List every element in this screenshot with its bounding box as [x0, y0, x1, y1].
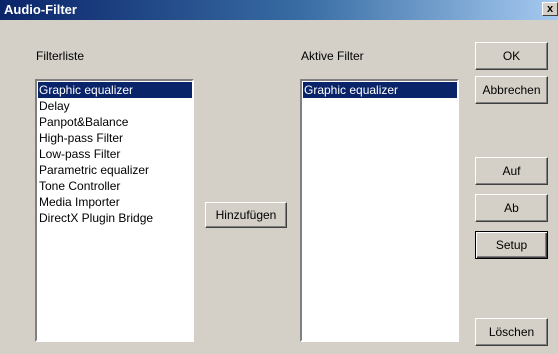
active-filter-list-items: Graphic equalizer	[303, 82, 457, 98]
setup-button[interactable]: Setup	[475, 231, 548, 259]
list-item[interactable]: High-pass Filter	[38, 130, 192, 146]
delete-button[interactable]: Löschen	[475, 318, 548, 346]
active-filters-label: Aktive Filter	[301, 49, 364, 63]
active-filter-list[interactable]: Graphic equalizer	[299, 78, 460, 343]
list-item[interactable]: Delay	[38, 98, 192, 114]
list-item[interactable]: Graphic equalizer	[303, 82, 457, 98]
list-item[interactable]: DirectX Plugin Bridge	[38, 210, 192, 226]
ok-button[interactable]: OK	[475, 42, 548, 70]
list-item[interactable]: Tone Controller	[38, 178, 192, 194]
close-button[interactable]: x	[542, 2, 558, 16]
down-button[interactable]: Ab	[475, 194, 548, 222]
list-item[interactable]: Media Importer	[38, 194, 192, 210]
add-button[interactable]: Hinzufügen	[205, 202, 287, 228]
list-item[interactable]: Panpot&Balance	[38, 114, 192, 130]
filter-list[interactable]: Graphic equalizer Delay Panpot&Balance High…	[34, 78, 195, 343]
filter-list-items: Graphic equalizer Delay Panpot&Balance High…	[38, 82, 192, 226]
cancel-button[interactable]: Abbrechen	[475, 76, 548, 104]
filter-list-label: Filterliste	[36, 49, 85, 63]
list-item[interactable]: Graphic equalizer	[38, 82, 192, 98]
close-icon: x	[546, 3, 554, 15]
list-item[interactable]: Parametric equalizer	[38, 162, 192, 178]
list-item[interactable]: Low-pass Filter	[38, 146, 192, 162]
title-bar[interactable]: Audio-Filter x	[0, 0, 558, 20]
window-title: Audio-Filter	[4, 2, 77, 17]
up-button[interactable]: Auf	[475, 157, 548, 185]
